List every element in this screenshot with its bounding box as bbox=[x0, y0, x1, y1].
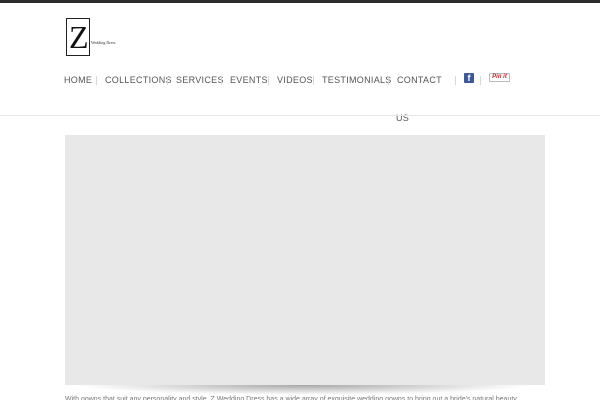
nav-divider bbox=[313, 76, 314, 85]
nav-testimonials[interactable]: Testimonials bbox=[322, 72, 392, 91]
logo-letter: Z bbox=[69, 19, 89, 55]
nav-contact[interactable]: Contact bbox=[397, 72, 442, 91]
site-logo[interactable]: Z Wedding Dress bbox=[66, 18, 115, 60]
nav-divider bbox=[268, 76, 269, 85]
nav-events[interactable]: Events bbox=[230, 72, 268, 91]
nav-home[interactable]: Home bbox=[64, 72, 92, 91]
top-bar bbox=[0, 0, 600, 3]
hero-image bbox=[65, 135, 545, 385]
nav-videos[interactable]: Videos bbox=[277, 72, 313, 91]
logo-subtext: Wedding Dress bbox=[91, 40, 116, 45]
nav-divider bbox=[388, 76, 389, 85]
nav-divider bbox=[480, 76, 481, 85]
pinterest-label: Pin it bbox=[492, 74, 507, 80]
hero-shadow bbox=[75, 385, 535, 395]
header-divider bbox=[0, 115, 600, 116]
nav-divider bbox=[455, 76, 456, 85]
facebook-icon[interactable]: f bbox=[464, 73, 474, 83]
intro-text: With gowns that suit any personality and… bbox=[65, 396, 519, 400]
nav-collections[interactable]: Collections bbox=[105, 72, 172, 91]
nav-divider bbox=[221, 76, 222, 85]
nav-services[interactable]: Services bbox=[176, 72, 224, 91]
nav-divider bbox=[167, 76, 168, 85]
pinterest-button[interactable]: Pin it bbox=[489, 73, 510, 82]
nav-divider bbox=[96, 76, 97, 85]
